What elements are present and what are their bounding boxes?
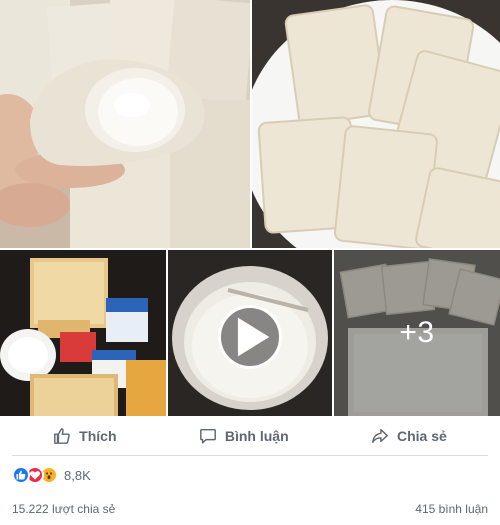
like-reaction-icon xyxy=(12,466,30,484)
reactions-summary[interactable]: 8,8K xyxy=(12,463,91,487)
share-arrow-icon xyxy=(372,428,388,443)
photo-more-images[interactable]: +3 xyxy=(334,250,500,416)
reaction-count: 8,8K xyxy=(64,467,91,483)
more-photos-overlay[interactable]: +3 xyxy=(334,250,500,416)
share-button[interactable]: Chia sẻ xyxy=(361,421,457,451)
reaction-icons xyxy=(12,466,58,484)
share-count[interactable]: 15.222 lượt chia sẻ xyxy=(12,502,115,520)
photo-bread-roll-image xyxy=(0,0,250,248)
play-button[interactable] xyxy=(218,305,282,369)
like-label: Thích xyxy=(79,427,117,444)
comment-button[interactable]: Bình luận xyxy=(189,421,299,451)
post-stats: 15.222 lượt chia sẻ 415 bình luận xyxy=(12,502,488,520)
thumbs-up-icon xyxy=(54,427,70,444)
photo-bread-roll-cream[interactable] xyxy=(0,0,250,248)
share-label: Chia sẻ xyxy=(396,427,447,444)
like-button[interactable]: Thích xyxy=(43,421,126,451)
photo-grid: +3 xyxy=(0,0,500,416)
video-milk-mixture[interactable] xyxy=(168,250,332,416)
play-icon xyxy=(237,317,270,357)
comment-count[interactable]: 415 bình luận xyxy=(415,502,488,520)
photo-bread-plate-image xyxy=(252,0,500,248)
comment-label: Bình luận xyxy=(224,427,289,444)
photo-ingredients-image xyxy=(0,250,166,416)
photo-ingredients[interactable] xyxy=(0,250,166,416)
photo-bread-plate[interactable] xyxy=(252,0,500,248)
post-action-bar: Thích Bình luận Chia sẻ xyxy=(12,416,488,456)
more-photos-count: +3 xyxy=(399,316,435,349)
comment-icon xyxy=(199,428,216,443)
